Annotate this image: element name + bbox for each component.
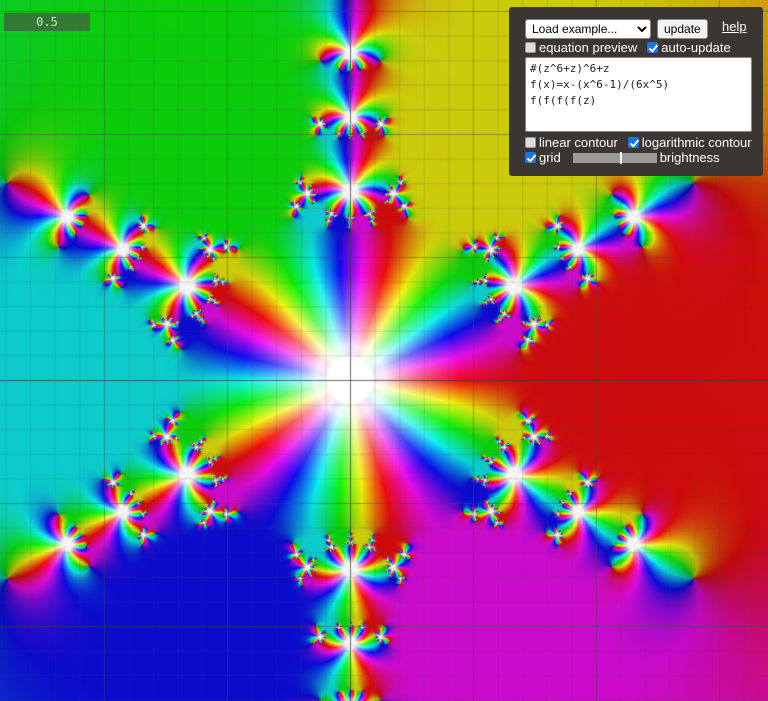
equation-preview-label: equation preview	[539, 40, 638, 55]
logarithmic-contour-label: logarithmic contour	[641, 135, 752, 150]
load-example-select[interactable]: Load example...	[525, 19, 651, 39]
control-panel: Load example... update help equation pre…	[509, 7, 763, 176]
brightness-slider-thumb[interactable]	[620, 151, 623, 164]
brightness-label: brightness	[659, 150, 720, 165]
update-button[interactable]: update	[657, 19, 708, 39]
grid-label: grid	[539, 150, 561, 165]
equation-preview-checkbox[interactable]	[525, 42, 536, 53]
auto-update-label: auto-update	[661, 40, 731, 55]
brightness-slider[interactable]	[572, 151, 657, 164]
equation-editor[interactable]: #(z^6+z)^6+z f(x)=x-(x^6-1)/(6x^5) f(f(f…	[525, 57, 752, 132]
grid-checkbox[interactable]	[525, 152, 536, 163]
help-link[interactable]: help	[722, 19, 747, 34]
linear-contour-checkbox[interactable]	[525, 137, 536, 148]
linear-contour-label: linear contour	[539, 135, 618, 150]
auto-update-checkbox[interactable]	[647, 42, 659, 53]
logarithmic-contour-checkbox[interactable]	[627, 137, 639, 148]
coordinate-readout: 0.5	[4, 13, 90, 31]
